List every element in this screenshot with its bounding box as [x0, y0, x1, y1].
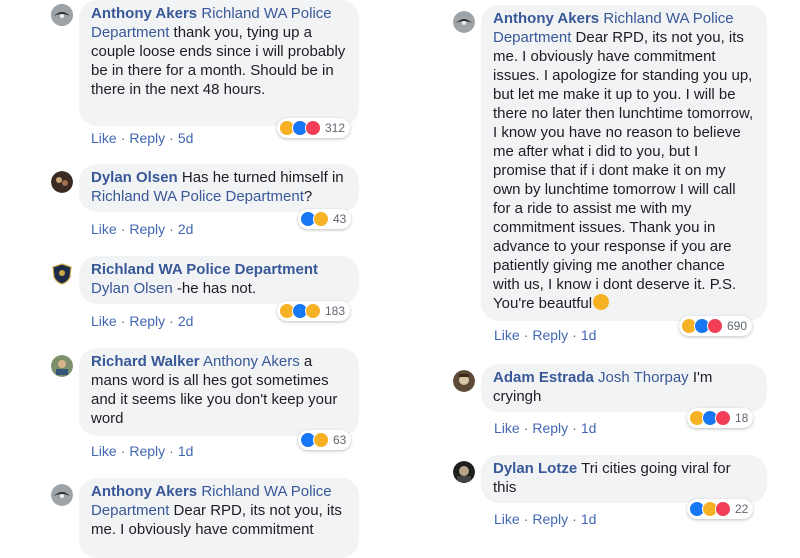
avatar[interactable]	[453, 370, 475, 392]
reply-link[interactable]: Reply	[532, 511, 568, 527]
right-comment-column: Anthony Akers Richland WA Police Departm…	[403, 0, 800, 544]
haha-icon	[313, 211, 329, 227]
mention-tag[interactable]: Dylan Olsen	[91, 280, 173, 297]
timestamp[interactable]: 1d	[581, 327, 597, 343]
reaction-count: 43	[333, 212, 347, 226]
separator-dot: ·	[169, 130, 174, 146]
separator-dot: ·	[120, 221, 126, 237]
avatar[interactable]	[51, 171, 73, 193]
like-link[interactable]: Like	[494, 511, 520, 527]
timestamp[interactable]: 2d	[178, 313, 194, 329]
separator-dot: ·	[523, 420, 529, 436]
timestamp[interactable]: 2d	[178, 221, 194, 237]
reaction-summary[interactable]: 18	[687, 408, 754, 428]
like-link[interactable]: Like	[91, 443, 117, 459]
separator-dot: ·	[572, 327, 577, 343]
like-link[interactable]: Like	[494, 420, 520, 436]
reply-link[interactable]: Reply	[129, 313, 165, 329]
comment-author[interactable]: Dylan Olsen	[91, 169, 178, 186]
love-icon	[305, 120, 321, 136]
reply-link[interactable]: Reply	[129, 443, 165, 459]
reaction-count: 183	[325, 304, 346, 318]
mention-tag[interactable]: Richland WA Police Department	[91, 188, 304, 205]
reaction-count: 18	[735, 411, 749, 425]
reaction-count: 690	[727, 319, 748, 333]
comment-bubble: Richland WA Police Department Dylan Olse…	[79, 256, 359, 304]
comment-bubble: Adam Estrada Josh Thorpay I'm cryingh	[481, 364, 767, 412]
reply-link[interactable]: Reply	[532, 420, 568, 436]
reaction-count: 22	[735, 502, 749, 516]
like-link[interactable]: Like	[494, 327, 520, 343]
comment-bubble: Anthony Akers Richland WA Police Departm…	[79, 0, 359, 126]
comment-actions: Like · Reply · 1d	[494, 327, 596, 343]
reaction-summary[interactable]: 22	[687, 499, 754, 519]
comment-author[interactable]: Anthony Akers	[91, 483, 197, 500]
comment-author[interactable]: Richland WA Police Department	[91, 261, 318, 278]
separator-dot: ·	[523, 511, 529, 527]
timestamp[interactable]: 1d	[178, 443, 194, 459]
reaction-summary[interactable]: 43	[298, 209, 352, 229]
separator-dot: ·	[120, 313, 126, 329]
timestamp[interactable]: 5d	[178, 130, 194, 146]
like-link[interactable]: Like	[91, 130, 117, 146]
like-link[interactable]: Like	[91, 221, 117, 237]
comment-author[interactable]: Dylan Lotze	[493, 460, 577, 477]
comment-text: Has he turned himself in	[177, 169, 344, 186]
separator-dot: ·	[120, 130, 126, 146]
comment-actions: Like · Reply · 2d	[91, 313, 193, 329]
reaction-count: 312	[325, 121, 346, 135]
separator-dot: ·	[169, 443, 174, 459]
separator-dot: ·	[169, 313, 174, 329]
comment-author[interactable]: Adam Estrada	[493, 369, 594, 386]
reply-link[interactable]: Reply	[129, 221, 165, 237]
timestamp[interactable]: 1d	[581, 511, 597, 527]
comment-text: Dear RPD, its not you, its me. I obvious…	[493, 29, 754, 312]
comment-bubble: Dylan Olsen Has he turned himself in Ric…	[79, 164, 359, 212]
avatar[interactable]	[51, 355, 73, 377]
comment-actions: Like · Reply · 1d	[91, 443, 193, 459]
reply-link[interactable]: Reply	[532, 327, 568, 343]
avatar[interactable]	[453, 11, 475, 33]
reaction-summary[interactable]: 63	[298, 430, 352, 450]
reaction-summary[interactable]: 690	[679, 316, 753, 336]
comment-author[interactable]: Anthony Akers	[493, 10, 599, 27]
avatar[interactable]	[453, 461, 475, 483]
separator-dot: ·	[572, 420, 577, 436]
separator-dot: ·	[523, 327, 529, 343]
like-link[interactable]: Like	[91, 313, 117, 329]
avatar[interactable]	[51, 484, 73, 506]
comment-bubble: Anthony Akers Richland WA Police Departm…	[79, 478, 359, 558]
separator-dot: ·	[169, 221, 174, 237]
smiling-emoji-icon	[593, 294, 610, 310]
separator-dot: ·	[120, 443, 126, 459]
comment-bubble: Richard Walker Anthony Akers a mans word…	[79, 348, 359, 436]
mention-tag[interactable]: Josh Thorpay	[598, 369, 689, 386]
comment-author[interactable]: Richard Walker	[91, 353, 200, 370]
comment-actions: Like · Reply · 1d	[494, 420, 596, 436]
love-icon	[715, 410, 731, 426]
comment-bubble: Anthony Akers Richland WA Police Departm…	[481, 5, 767, 321]
comment-actions: Like · Reply · 2d	[91, 221, 193, 237]
haha-icon	[313, 432, 329, 448]
comment-text: -he has not.	[172, 280, 257, 297]
timestamp[interactable]: 1d	[581, 420, 597, 436]
comment-text: ?	[303, 188, 313, 205]
reaction-count: 63	[333, 433, 347, 447]
love-icon	[707, 318, 723, 334]
police-badge-avatar[interactable]	[51, 263, 73, 285]
reply-link[interactable]: Reply	[129, 130, 165, 146]
comment-actions: Like · Reply · 1d	[494, 511, 596, 527]
separator-dot: ·	[572, 511, 577, 527]
comment-bubble: Dylan Lotze Tri cities going viral for t…	[481, 455, 767, 503]
wow-icon	[305, 303, 321, 319]
comment-author[interactable]: Anthony Akers	[91, 5, 197, 22]
left-comment-column: Anthony Akers Richland WA Police Departm…	[0, 0, 400, 558]
reaction-summary[interactable]: 312	[277, 118, 351, 138]
comment-actions: Like · Reply · 5d	[91, 130, 193, 146]
love-icon	[715, 501, 731, 517]
mention-tag[interactable]: Anthony Akers	[203, 353, 300, 370]
reaction-summary[interactable]: 183	[277, 301, 351, 321]
avatar[interactable]	[51, 4, 73, 26]
